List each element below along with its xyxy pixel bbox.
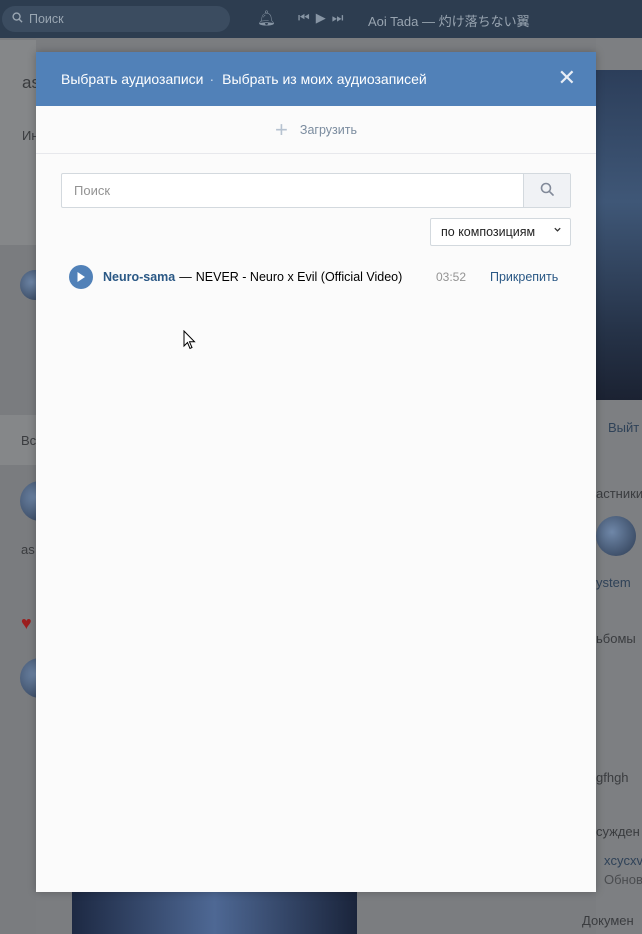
background-text: астники (596, 486, 642, 501)
chevron-down-icon (553, 225, 562, 237)
top-bar: Поиск 🔔︎ ⏮︎▶⏭︎ Aoi Tada — 灼け落ちない翼 (0, 0, 642, 38)
sort-dropdown[interactable]: по композициям (430, 218, 571, 246)
search-icon (540, 182, 554, 199)
top-player-track[interactable]: Aoi Tada — 灼け落ちない翼 (368, 11, 530, 30)
modal-subtitle: Выбрать из моих аудиозаписей (222, 71, 427, 87)
track-name: NEVER - Neuro x Evil (Official Video) (195, 270, 403, 284)
audio-search (61, 173, 571, 208)
next-icon[interactable]: ⏭︎ (332, 10, 350, 25)
sort-selected-value: по композициям (441, 225, 536, 239)
background-text: Вс (21, 433, 37, 448)
play-icon[interactable]: ▶ (316, 10, 332, 25)
heart-icon: ♥ (21, 613, 32, 633)
top-search-placeholder: Поиск (29, 12, 64, 26)
search-input[interactable] (62, 174, 524, 207)
modal-title: Выбрать аудиозаписи (61, 71, 204, 87)
background-text: as (21, 542, 35, 557)
track-dash: — (179, 270, 192, 284)
prev-icon[interactable]: ⏮︎ (298, 10, 316, 25)
close-icon[interactable]: ✕ (558, 67, 576, 89)
mouse-cursor-icon (183, 329, 196, 353)
track-artist[interactable]: Neuro-sama (103, 270, 175, 284)
track-title: Neuro-sama — NEVER - Neuro x Evil (Officia… (103, 270, 402, 284)
top-search-field[interactable]: Поиск (2, 6, 230, 32)
background-avatar (596, 516, 636, 556)
title-separator: · (209, 71, 215, 87)
background-text: Обнов (604, 872, 642, 887)
play-icon[interactable] (69, 265, 93, 289)
plus-icon: + (275, 116, 288, 142)
modal-header: Выбрать аудиозаписи · Выбрать из моих ау… (36, 52, 596, 106)
upload-label: Загрузить (299, 122, 357, 137)
background-text: ьбомы (596, 631, 636, 646)
background-text: Докумен (582, 913, 634, 928)
background-cover-image (596, 70, 642, 400)
search-button[interactable] (523, 174, 570, 207)
search-icon (12, 12, 23, 26)
audio-row[interactable]: Neuro-sama — NEVER - Neuro x Evil (Officia… (69, 265, 569, 289)
background-text: сужден (596, 824, 640, 839)
background-text: gfhgh (596, 770, 629, 785)
track-duration: 03:52 (436, 270, 467, 284)
background-text: ystem (596, 575, 631, 590)
background-text: xcycxv (604, 853, 642, 868)
audio-picker-modal: Выбрать аудиозаписи · Выбрать из моих ау… (36, 52, 596, 892)
attach-button[interactable]: Прикрепить (490, 270, 558, 284)
player-controls[interactable]: ⏮︎▶⏭︎ (298, 10, 349, 26)
bell-icon[interactable]: 🔔︎ (257, 9, 276, 27)
upload-button[interactable]: + Загрузить (36, 106, 596, 154)
background-post-image (72, 892, 357, 934)
background-text: Выйт (608, 420, 640, 435)
